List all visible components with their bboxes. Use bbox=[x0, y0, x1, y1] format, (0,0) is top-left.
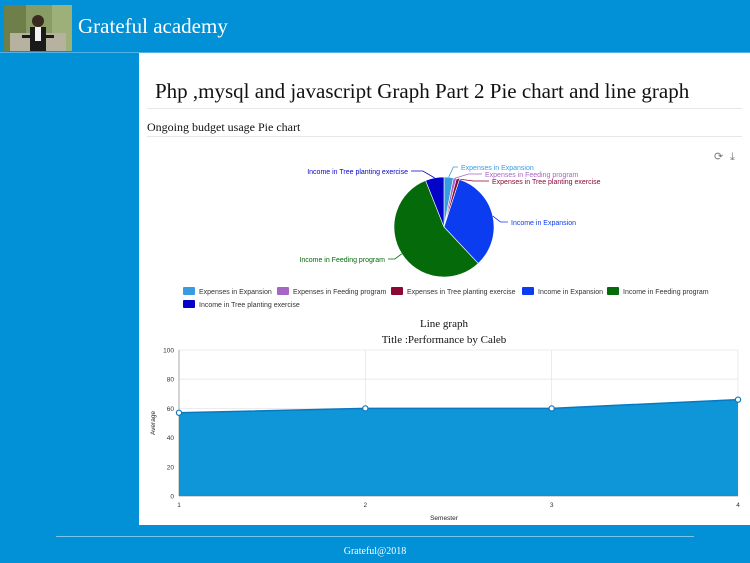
y-tick-label: 60 bbox=[167, 406, 175, 413]
data-point[interactable] bbox=[362, 405, 369, 412]
data-point[interactable] bbox=[175, 409, 183, 416]
x-tick-label: 4 bbox=[736, 502, 740, 509]
pie-label-line bbox=[411, 170, 435, 179]
y-axis-label: Average bbox=[150, 411, 157, 435]
pie-slice-label: Income in Tree planting exercise bbox=[307, 169, 408, 176]
legend-label: Income in Tree planting exercise bbox=[199, 302, 300, 309]
charts-canvas: Expenses in ExpansionExpenses in Feeding… bbox=[150, 165, 742, 522]
legend-label: Expenses in Tree planting exercise bbox=[407, 289, 516, 296]
pie-label-line bbox=[448, 166, 458, 178]
legend-swatch[interactable] bbox=[277, 287, 289, 295]
area-fill bbox=[179, 399, 738, 496]
y-tick-label: 20 bbox=[167, 464, 175, 471]
legend-label: Income in Expansion bbox=[538, 289, 603, 296]
legend-swatch[interactable] bbox=[391, 287, 403, 295]
pie-label-line bbox=[388, 253, 403, 260]
footer-divider bbox=[56, 536, 694, 537]
pie-slice-label: Expenses in Tree planting exercise bbox=[492, 179, 601, 186]
legend-swatch[interactable] bbox=[607, 287, 619, 295]
y-tick-label: 100 bbox=[163, 348, 174, 355]
legend-label: Expenses in Feeding program bbox=[293, 289, 387, 296]
chart-subtitle: Title :Performance by Caleb bbox=[382, 334, 507, 346]
pie-slice-label: Expenses in Feeding program bbox=[485, 172, 579, 179]
pie-label-line bbox=[492, 215, 508, 223]
pie-slice-label: Income in Expansion bbox=[511, 220, 576, 227]
y-tick-label: 40 bbox=[167, 435, 175, 442]
y-tick-label: 80 bbox=[167, 377, 175, 384]
pie-slice-label: Expenses in Expansion bbox=[461, 165, 534, 172]
legend-label: Income in Feeding program bbox=[623, 289, 709, 296]
avatar bbox=[4, 5, 72, 51]
pie-slice-label: Income in Feeding program bbox=[299, 257, 385, 264]
x-tick-label: 2 bbox=[364, 502, 368, 509]
header: Grateful academy bbox=[0, 0, 750, 53]
content-panel: Php ,mysql and javascript Graph Part 2 P… bbox=[139, 53, 750, 525]
footer-text: Grateful@2018 bbox=[343, 546, 407, 557]
x-tick-label: 3 bbox=[550, 502, 554, 509]
data-point[interactable] bbox=[734, 396, 742, 403]
brand-title[interactable]: Grateful academy bbox=[78, 14, 228, 39]
chart-title: Line graph bbox=[420, 318, 468, 330]
y-tick-label: 0 bbox=[170, 494, 174, 501]
pie-label-line bbox=[454, 173, 482, 179]
x-tick-label: 1 bbox=[177, 502, 181, 509]
legend-swatch[interactable] bbox=[522, 287, 534, 295]
data-point[interactable] bbox=[548, 405, 555, 412]
legend-label: Expenses in Expansion bbox=[199, 289, 272, 296]
legend-swatch[interactable] bbox=[183, 300, 195, 308]
x-axis-label: Semester bbox=[430, 515, 459, 522]
legend-swatch[interactable] bbox=[183, 287, 195, 295]
